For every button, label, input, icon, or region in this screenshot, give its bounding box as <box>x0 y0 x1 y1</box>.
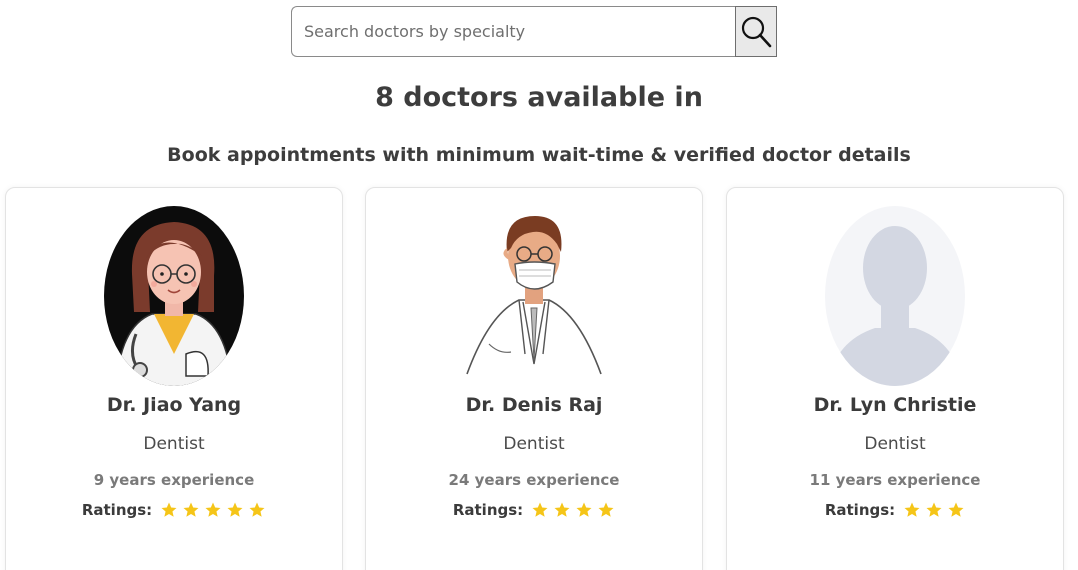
doctor-specialty: Dentist <box>503 434 565 454</box>
doctor-experience: 24 years experience <box>448 471 620 489</box>
star-icon <box>532 502 548 517</box>
star-rating <box>903 501 965 519</box>
star-icon <box>904 502 920 517</box>
star-icon <box>249 502 265 517</box>
doctor-name: Dr. Jiao Yang <box>106 394 242 416</box>
page-subtitle: Book appointments with minimum wait-time… <box>167 144 911 166</box>
doctor-avatar <box>6 204 342 388</box>
ratings-label: Ratings: <box>824 501 896 519</box>
doctor-card[interactable]: Dr. Denis Raj Dentist 24 years experienc… <box>365 187 703 570</box>
star-icon <box>598 502 614 517</box>
doctor-ratings: Ratings: <box>6 501 342 519</box>
female-doctor-illustration <box>104 206 244 386</box>
star-rating <box>160 501 266 519</box>
doctor-card[interactable]: Dr. Lyn Christie Dentist 11 years experi… <box>726 187 1064 570</box>
doctor-avatar <box>727 204 1063 388</box>
doctor-experience: 9 years experience <box>93 471 255 489</box>
star-icon <box>554 502 570 517</box>
search-input[interactable] <box>291 6 735 57</box>
doctor-name: Dr. Denis Raj <box>465 394 603 416</box>
search-icon <box>741 16 772 47</box>
ratings-label: Ratings: <box>452 501 524 519</box>
doctor-name: Dr. Lyn Christie <box>813 394 977 416</box>
star-icon <box>227 502 243 517</box>
doctor-card[interactable]: Dr. Jiao Yang Dentist 9 years experience… <box>5 187 343 570</box>
star-icon <box>205 502 221 517</box>
doctor-specialty: Dentist <box>864 434 926 454</box>
page-title: 8 doctors available in <box>375 82 703 113</box>
doctor-avatar <box>366 204 702 388</box>
placeholder-person-silhouette <box>825 206 965 386</box>
doctor-experience: 11 years experience <box>809 471 981 489</box>
search-button[interactable] <box>735 6 777 57</box>
star-icon <box>183 502 199 517</box>
star-rating <box>531 501 615 519</box>
star-icon <box>948 502 964 517</box>
doctor-ratings: Ratings: <box>366 501 702 519</box>
male-doctor-mask-illustration <box>466 216 602 375</box>
doctor-specialty: Dentist <box>143 434 205 454</box>
search-bar <box>291 6 777 57</box>
star-icon <box>161 502 177 517</box>
star-icon <box>926 502 942 517</box>
ratings-label: Ratings: <box>81 501 153 519</box>
star-icon <box>576 502 592 517</box>
doctor-ratings: Ratings: <box>727 501 1063 519</box>
